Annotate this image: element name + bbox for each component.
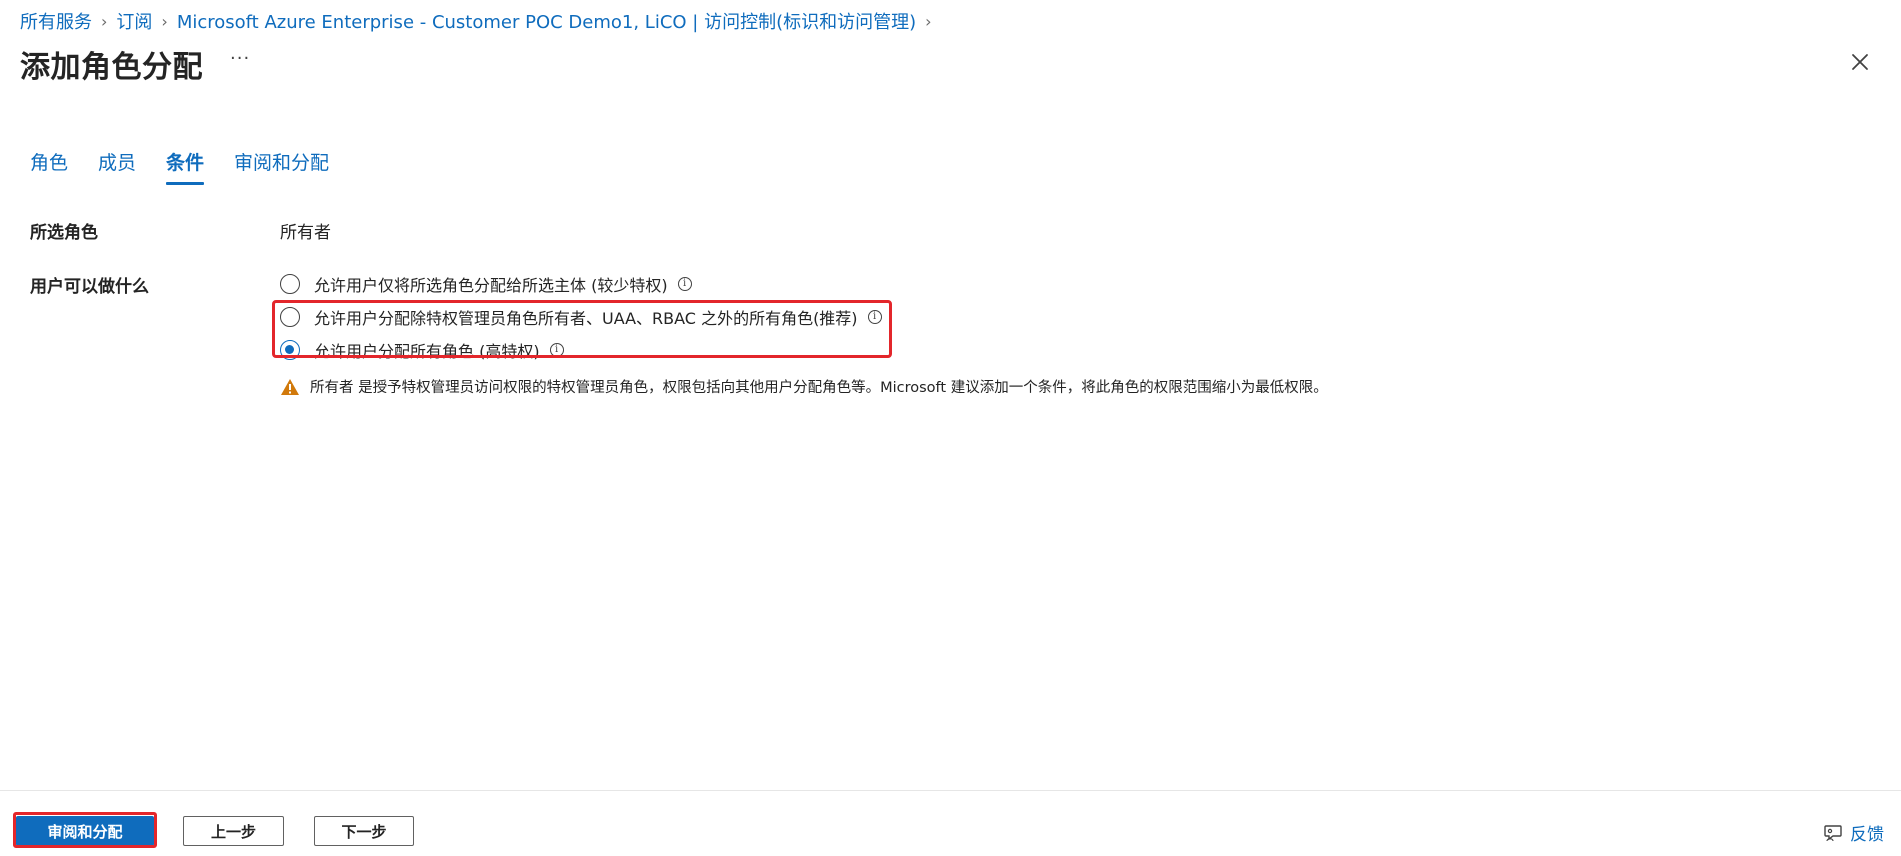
feedback-label: 反馈	[1850, 825, 1884, 845]
chevron-right-icon: ›	[161, 11, 168, 31]
warning-message: 所有者 是授予特权管理员访问权限的特权管理员角色，权限包括向其他用户分配角色等。…	[280, 376, 1328, 397]
info-icon[interactable]: i	[867, 310, 882, 324]
breadcrumb-subscriptions[interactable]: 订阅	[116, 8, 152, 34]
tab-review-assign[interactable]: 审阅和分配	[234, 148, 329, 185]
warning-text: 所有者 是授予特权管理员访问权限的特权管理员角色，权限包括向其他用户分配角色等。…	[310, 380, 1328, 396]
next-button[interactable]: 下一步	[314, 816, 414, 846]
tab-role[interactable]: 角色	[30, 148, 68, 185]
option-high-privilege[interactable]: 允许用户分配所有角色 (高特权) i	[280, 338, 564, 362]
breadcrumb-access-control[interactable]: Microsoft Azure Enterprise - Customer PO…	[177, 8, 916, 34]
previous-button[interactable]: 上一步	[183, 816, 284, 846]
info-icon[interactable]: i	[677, 277, 692, 291]
selected-role-value: 所有者	[280, 223, 331, 243]
radio-least-privilege[interactable]	[280, 274, 300, 294]
radio-high-privilege[interactable]	[280, 340, 300, 360]
breadcrumb: 所有服务 › 订阅 › Microsoft Azure Enterprise -…	[20, 8, 941, 34]
close-button[interactable]	[1848, 50, 1872, 74]
feedback-button[interactable]: 反馈	[1822, 820, 1884, 845]
chevron-right-icon: ›	[101, 11, 108, 31]
tab-conditions[interactable]: 条件	[166, 148, 205, 185]
tab-bar: 角色 成员 条件 审阅和分配	[30, 148, 359, 185]
review-assign-button[interactable]: 审阅和分配	[16, 816, 154, 846]
breadcrumb-all-services[interactable]: 所有服务	[20, 8, 92, 34]
feedback-icon	[1824, 824, 1842, 841]
option-recommended[interactable]: 允许用户分配除特权管理员角色所有者、UAA、RBAC 之外的所有角色(推荐) i	[280, 305, 882, 329]
option-label: 允许用户分配所有角色 (高特权)	[314, 342, 540, 361]
page-title: 添加角色分配	[20, 50, 203, 85]
selected-role-label: 所选角色	[30, 223, 98, 243]
chevron-right-icon: ›	[925, 11, 932, 31]
tab-members[interactable]: 成员	[98, 148, 136, 185]
warning-icon	[281, 378, 299, 395]
option-label: 允许用户仅将所选角色分配给所选主体 (较少特权)	[314, 276, 668, 295]
option-label: 允许用户分配除特权管理员角色所有者、UAA、RBAC 之外的所有角色(推荐)	[314, 309, 858, 328]
close-icon	[1852, 54, 1868, 70]
more-options-button[interactable]: ···	[230, 48, 250, 69]
radio-recommended[interactable]	[280, 307, 300, 327]
user-can-do-label: 用户可以做什么	[30, 277, 149, 297]
info-icon[interactable]: i	[549, 343, 564, 357]
footer-divider	[0, 790, 1901, 791]
option-least-privilege[interactable]: 允许用户仅将所选角色分配给所选主体 (较少特权) i	[280, 272, 692, 296]
add-role-assignment-page: 所有服务 › 订阅 › Microsoft Azure Enterprise -…	[0, 0, 1901, 856]
